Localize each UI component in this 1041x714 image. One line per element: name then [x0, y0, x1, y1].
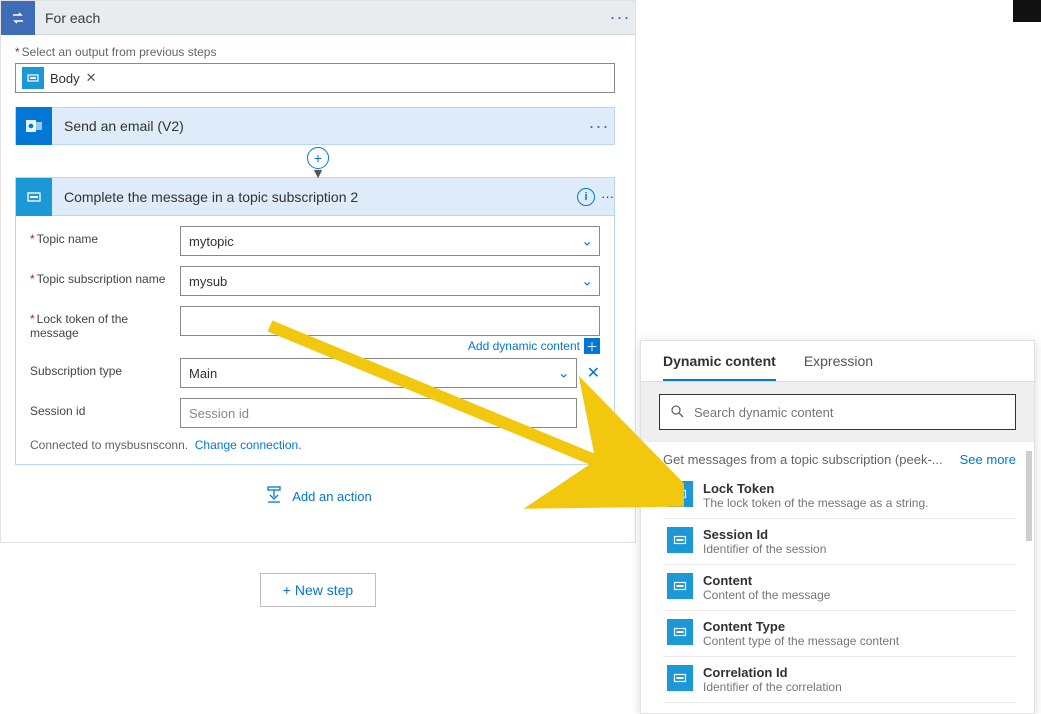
service-bus-icon — [667, 665, 693, 691]
service-bus-icon — [667, 573, 693, 599]
dynamic-item-title: Session Id — [703, 527, 826, 542]
dynamic-item-desc: The lock token of the message as a strin… — [703, 496, 928, 510]
lock-token-label: *Lock token of the message — [30, 306, 180, 340]
dynamic-search-input[interactable] — [694, 405, 1005, 420]
subscription-name-select[interactable]: mysub ⌄ — [180, 266, 600, 296]
dynamic-item-title: Content — [703, 573, 830, 588]
outlook-icon — [16, 107, 52, 145]
clear-subscription-type[interactable]: ✕ — [587, 363, 600, 383]
for-each-container: For each ··· *Select an output from prev… — [0, 0, 636, 543]
remove-token-icon[interactable]: ✕ — [86, 70, 97, 86]
send-email-title: Send an email (V2) — [52, 118, 584, 134]
service-bus-icon — [16, 178, 52, 216]
subscription-type-select[interactable]: Main ⌄ — [180, 358, 577, 388]
loop-icon — [1, 1, 35, 35]
subscription-type-label: Subscription type — [30, 358, 180, 378]
dynamic-item-desc: Identifier of the correlation — [703, 680, 842, 694]
add-action-icon — [264, 485, 284, 508]
dynamic-item-title: Correlation Id — [703, 665, 842, 680]
tab-expression[interactable]: Expression — [804, 353, 873, 381]
search-icon — [670, 404, 684, 421]
dynamic-content-panel: Dynamic content Expression Get messages … — [640, 340, 1035, 714]
session-id-input[interactable] — [180, 398, 577, 428]
session-id-label: Session id — [30, 398, 180, 418]
tab-dynamic-content[interactable]: Dynamic content — [663, 353, 776, 381]
send-email-menu[interactable]: ··· — [584, 116, 614, 137]
dynamic-item-desc: Content of the message — [703, 588, 830, 602]
chevron-down-icon: ⌄ — [558, 365, 570, 382]
service-bus-icon — [667, 481, 693, 507]
see-more-link[interactable]: See more — [960, 452, 1016, 467]
for-each-header[interactable]: For each ··· — [1, 1, 635, 35]
info-icon[interactable]: i — [577, 188, 595, 206]
chevron-down-icon: ⌄ — [581, 233, 593, 250]
dynamic-item-desc: Identifier of the session — [703, 542, 826, 556]
dynamic-search-box[interactable] — [659, 394, 1016, 430]
select-output-field[interactable]: Body ✕ — [15, 63, 615, 93]
change-connection-link[interactable]: Change connection. — [195, 438, 302, 452]
chevron-down-icon: ⌄ — [581, 273, 593, 290]
service-bus-icon — [667, 619, 693, 645]
window-corner — [1013, 0, 1041, 22]
connector: + ▼ — [15, 145, 621, 177]
service-bus-icon — [22, 67, 44, 89]
dynamic-item-desc: Content type of the message content — [703, 634, 899, 648]
complete-message-menu[interactable]: ··· — [601, 189, 614, 204]
for-each-title: For each — [35, 10, 605, 26]
scrollbar-thumb[interactable] — [1026, 451, 1032, 541]
topic-name-select[interactable]: mytopic ⌄ — [180, 226, 600, 256]
add-an-action-button[interactable]: Add an action — [15, 465, 621, 528]
topic-name-label: *Topic name — [30, 226, 180, 246]
dynamic-section-title: Get messages from a topic subscription (… — [663, 452, 943, 467]
add-dynamic-plus-icon[interactable]: ＋ — [584, 338, 600, 354]
add-dynamic-content-link[interactable]: Add dynamic content — [468, 339, 580, 353]
dynamic-item-title: Lock Token — [703, 481, 928, 496]
dynamic-item[interactable]: Correlation IdIdentifier of the correlat… — [663, 657, 1016, 703]
dynamic-panel-scrollbar[interactable] — [1026, 451, 1032, 671]
connection-info: Connected to mysbusnsconn. Change connec… — [30, 438, 600, 452]
complete-message-header[interactable]: Complete the message in a topic subscrip… — [16, 178, 614, 216]
select-output-label: *Select an output from previous steps — [15, 45, 621, 59]
dynamic-item[interactable]: Session IdIdentifier of the session — [663, 519, 1016, 565]
complete-message-card: Complete the message in a topic subscrip… — [15, 177, 615, 465]
lock-token-input[interactable] — [180, 306, 600, 336]
subscription-name-label: *Topic subscription name — [30, 266, 180, 286]
dynamic-item-title: Content Type — [703, 619, 899, 634]
send-email-card[interactable]: Send an email (V2) ··· — [15, 107, 615, 145]
body-token: Body — [50, 71, 80, 86]
clear-session-id[interactable]: ✕ — [587, 403, 600, 423]
new-step-button[interactable]: New step — [260, 573, 376, 607]
service-bus-icon — [667, 527, 693, 553]
dynamic-item[interactable]: ContentContent of the message — [663, 565, 1016, 611]
dynamic-item[interactable]: Content TypeContent type of the message … — [663, 611, 1016, 657]
arrow-down-icon: ▼ — [311, 169, 325, 177]
dynamic-item[interactable]: Lock TokenThe lock token of the message … — [663, 473, 1016, 519]
for-each-menu[interactable]: ··· — [605, 7, 635, 28]
complete-message-title: Complete the message in a topic subscrip… — [52, 189, 577, 205]
